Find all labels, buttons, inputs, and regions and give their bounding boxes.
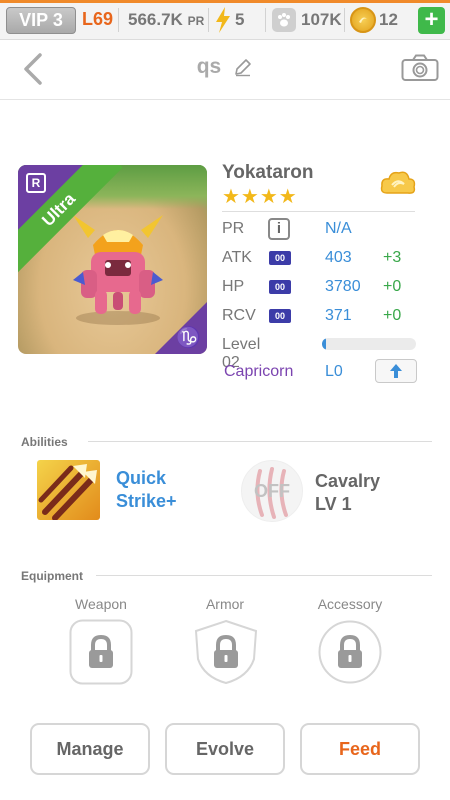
- star-rating: ★★★★: [222, 186, 298, 208]
- capricorn-sign-icon: ♑: [176, 327, 201, 349]
- divider: [208, 8, 209, 32]
- power-unit: PR: [187, 14, 205, 28]
- divider: [344, 8, 345, 32]
- equipment-heading: Equipment: [21, 569, 83, 583]
- stat-bonus: +3: [383, 249, 402, 266]
- abilities-heading: Abilities: [21, 435, 68, 449]
- zodiac-name[interactable]: Capricorn: [224, 363, 293, 381]
- manage-button[interactable]: Manage: [30, 723, 150, 775]
- divider: [118, 8, 119, 32]
- stat-label: HP: [222, 278, 245, 295]
- monster-name: Yokataron: [222, 162, 314, 183]
- weapon-label: Weapon: [75, 596, 127, 612]
- ability-name-cavalry[interactable]: Cavalry LV 1: [315, 470, 380, 516]
- paw-icon: [272, 8, 296, 32]
- camera-icon[interactable]: [401, 54, 439, 82]
- equipment-divider: [96, 575, 432, 576]
- accessory-label: Accessory: [317, 596, 383, 612]
- add-currency-button[interactable]: +: [418, 7, 445, 34]
- stat-value: N/A: [325, 220, 352, 237]
- armor-label: Armor: [205, 596, 245, 612]
- vip-badge[interactable]: VIP 3: [6, 7, 76, 34]
- top-accent-line: [0, 0, 450, 3]
- energy-count: 5: [235, 10, 245, 29]
- stat-bonus: +0: [383, 307, 402, 324]
- gold-coin-icon: [350, 7, 376, 33]
- feed-button[interactable]: Feed: [300, 723, 420, 775]
- player-level: L69: [82, 9, 114, 29]
- ability-name-line: Strike+: [116, 491, 177, 511]
- nickname-text: qs: [196, 55, 222, 78]
- accessory-slot[interactable]: [318, 619, 382, 685]
- stat-label: RCV: [222, 307, 256, 324]
- xp-progress-fill: [322, 338, 326, 350]
- power-rating: 566.7K PR: [128, 10, 204, 30]
- stat-label: ATK: [222, 249, 252, 266]
- divider: [265, 8, 266, 32]
- currency-bar: VIP 3 L69 566.7K PR 5 107K 12 +: [0, 0, 450, 40]
- ability-name-line: Quick: [116, 468, 167, 488]
- evolve-button[interactable]: Evolve: [165, 723, 285, 775]
- ability-level-line: LV 1: [315, 494, 352, 514]
- paw-count: 107K: [301, 10, 342, 29]
- coin-count: 12: [379, 10, 398, 29]
- monster-portrait-card[interactable]: Ultra R ♑: [18, 165, 207, 354]
- stat-value: 3780: [325, 278, 361, 295]
- ability-off-label: OFF: [254, 481, 290, 501]
- stat-value: 371: [325, 307, 352, 324]
- rarity-badge-icon: R: [26, 173, 46, 193]
- ability-name-line: Cavalry: [315, 471, 381, 491]
- abilities-divider: [88, 441, 432, 442]
- edit-pencil-icon[interactable]: [233, 57, 253, 77]
- info-divider: [222, 211, 415, 212]
- stat-value: 403: [325, 249, 352, 266]
- arrow-up-icon: [390, 364, 402, 378]
- element-cloud-icon[interactable]: [379, 168, 417, 198]
- ability-name-quick-strike[interactable]: Quick Strike+: [116, 467, 177, 513]
- zodiac-upgrade-button[interactable]: [375, 359, 417, 383]
- stat-chip: 00: [269, 251, 291, 265]
- stat-chip: 00: [269, 309, 291, 323]
- power-value: 566.7K: [128, 10, 183, 29]
- header-divider: [0, 99, 450, 100]
- stat-chip: 00: [269, 280, 291, 294]
- info-icon[interactable]: i: [268, 218, 290, 240]
- weapon-slot[interactable]: [69, 619, 133, 685]
- zodiac-level: L0: [325, 363, 343, 380]
- armor-slot[interactable]: [194, 619, 258, 685]
- energy-bolt-icon: [216, 7, 230, 33]
- monster-nickname: qs: [0, 55, 450, 79]
- stat-label: PR: [222, 220, 245, 237]
- xp-progress-bar: [322, 338, 416, 350]
- stat-bonus: +0: [383, 278, 402, 295]
- quick-strike-icon[interactable]: [37, 460, 100, 520]
